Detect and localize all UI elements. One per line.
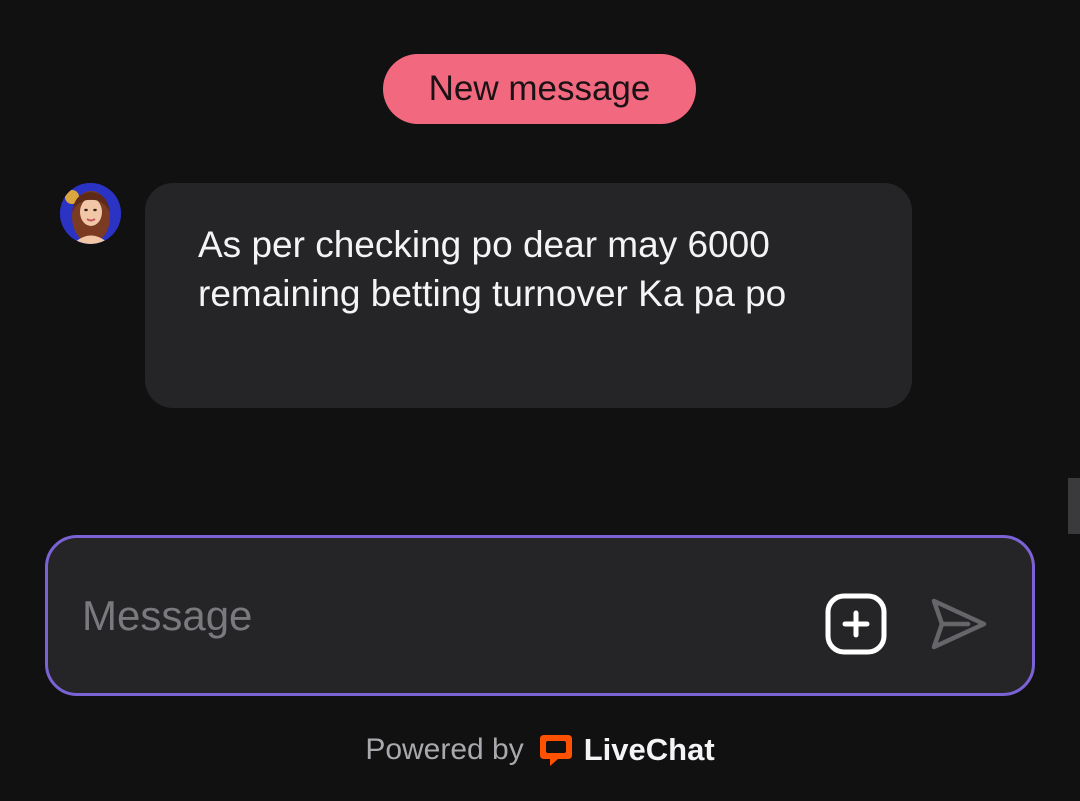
livechat-logo-icon <box>539 735 572 766</box>
message-bubble: As per checking po dear may 6000 remaini… <box>145 183 912 408</box>
send-button[interactable] <box>928 593 990 655</box>
livechat-brand-link[interactable]: LiveChat <box>538 732 715 768</box>
message-input[interactable] <box>80 580 804 652</box>
plus-square-icon <box>825 593 887 655</box>
chat-screen: New message As per checking po dear may … <box>0 0 1080 801</box>
message-text: As per checking po dear may 6000 remaini… <box>198 224 787 314</box>
powered-by-text: Powered by <box>365 733 524 766</box>
new-message-button[interactable]: New message <box>383 54 696 124</box>
send-icon <box>931 598 987 650</box>
new-message-label: New message <box>428 69 651 108</box>
message-composer <box>45 535 1035 696</box>
scrollbar-thumb[interactable] <box>1068 478 1080 534</box>
livechat-brand-name: LiveChat <box>583 732 715 767</box>
agent-avatar <box>60 183 121 244</box>
attach-button[interactable] <box>825 593 887 655</box>
powered-by-footer: Powered by LiveChat <box>0 722 1080 778</box>
